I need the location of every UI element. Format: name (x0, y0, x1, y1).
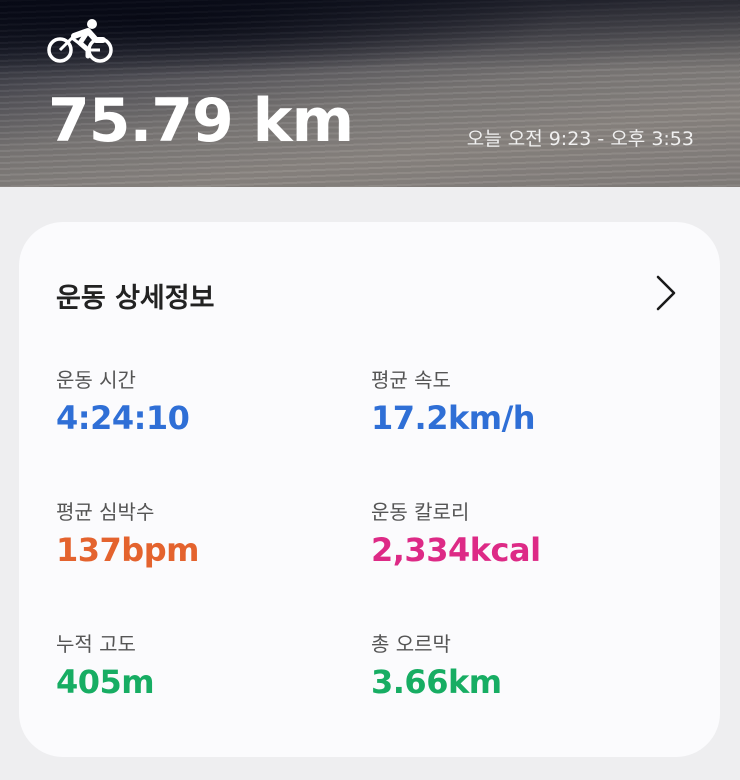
stat-value: 2,334kcal (371, 531, 541, 569)
stat-workout-time: 운동 시간 4:24:10 (56, 364, 190, 437)
stat-label: 운동 칼로리 (371, 500, 470, 524)
activity-header: 75.79 km 오늘 오전 9:23 - 오후 3:53 (0, 0, 740, 187)
stat-label: 평균 심박수 (56, 500, 155, 524)
stat-label: 평균 속도 (371, 368, 451, 392)
stat-calories: 운동 칼로리 2,334kcal (371, 496, 541, 569)
stat-label: 운동 시간 (56, 368, 136, 392)
stat-label: 누적 고도 (56, 632, 136, 656)
stat-average-speed: 평균 속도 17.2km/h (371, 364, 536, 437)
total-distance: 75.79 km (48, 86, 354, 156)
card-title: 운동 상세정보 (56, 283, 215, 314)
stat-value: 4:24:10 (56, 399, 190, 437)
stat-value: 3.66km (371, 663, 502, 701)
stat-average-heart-rate: 평균 심박수 137bpm (56, 496, 199, 569)
cycling-icon (47, 19, 113, 63)
stat-value: 137bpm (56, 531, 199, 569)
activity-time-range: 오늘 오전 9:23 - 오후 3:53 (466, 128, 694, 150)
stat-value: 405m (56, 663, 155, 701)
stat-total-climb: 총 오르막 3.66km (371, 628, 502, 701)
workout-details-card[interactable]: 운동 상세정보 운동 시간 4:24:10 평균 속도 17.2km/h 평균 … (19, 222, 720, 757)
stat-label: 총 오르막 (371, 632, 451, 656)
stat-cumulative-elevation: 누적 고도 405m (56, 628, 155, 701)
stat-value: 17.2km/h (371, 399, 536, 437)
chevron-right-icon[interactable] (653, 274, 679, 312)
